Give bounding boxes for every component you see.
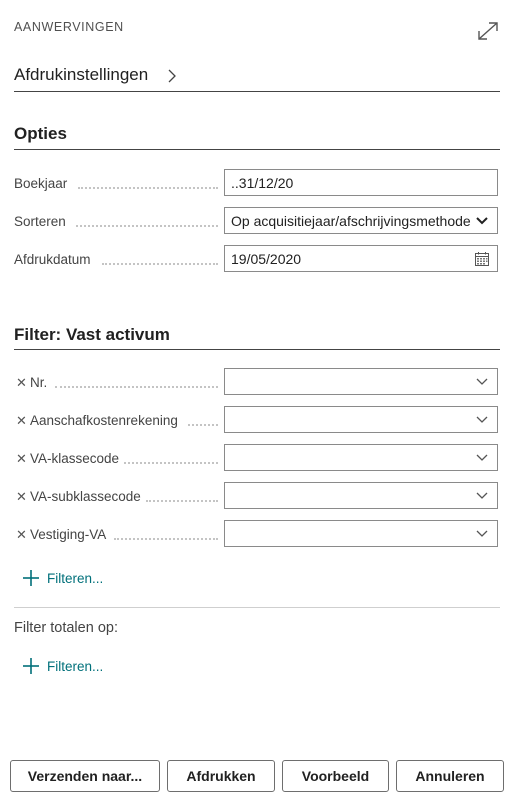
preview-button[interactable]: Voorbeeld [282,760,389,792]
options-divider [14,149,500,150]
totals-divider [14,607,500,608]
filter-divider [14,349,500,350]
chevron-right-icon[interactable] [166,67,178,85]
filter-label-nr: Nr. [30,375,48,390]
remove-filter-icon[interactable]: ✕ [16,489,27,505]
chevron-down-icon [473,487,491,505]
boekjaar-value: ..31/12/20 [231,174,294,191]
filter-label-va-klassecode: VA-klassecode [30,451,120,466]
remove-filter-icon[interactable]: ✕ [16,375,27,391]
field-label-sorteren: Sorteren [14,214,66,229]
sorteren-select[interactable]: Op acquisitiejaar/afschrijvingsmethode [224,207,498,234]
plus-icon [22,657,40,675]
send-to-button[interactable]: Verzenden naar... [10,760,160,792]
leader-dots [78,177,218,189]
leader-dots [102,253,218,265]
expand-icon[interactable] [474,18,502,44]
filter-label-va-subklassecode: VA-subklassecode [30,489,141,504]
sorteren-value: Op acquisitiejaar/afschrijvingsmethode [231,212,471,229]
chevron-down-icon [473,373,491,391]
remove-filter-icon[interactable]: ✕ [16,451,27,467]
remove-filter-icon[interactable]: ✕ [16,527,27,543]
afdrukdatum-value: 19/05/2020 [231,250,302,267]
print-button[interactable]: Afdrukken [167,760,275,792]
page-title[interactable]: Afdrukinstellingen [14,65,148,85]
leader-dots [114,528,218,540]
cancel-button[interactable]: Annuleren [396,760,504,792]
leader-dots [55,376,218,388]
options-heading: Opties [14,124,67,143]
plus-icon [22,569,40,587]
filter-label-vestiging-va: Vestiging-VA [30,527,107,542]
vestiging-va-filter-select[interactable] [224,520,498,547]
filter-heading: Filter: Vast activum [14,325,170,344]
leader-dots [124,452,218,464]
chevron-down-icon [473,212,491,230]
filter-label-aanschafkostenrekening: Aanschafkostenrekening [30,413,178,428]
title-divider [14,91,500,92]
add-totals-filter-link[interactable]: Filteren... [22,657,103,675]
nr-filter-select[interactable] [224,368,498,395]
field-label-boekjaar: Boekjaar [14,176,68,191]
totals-filter-label: Filter totalen op: [14,620,118,636]
chevron-down-icon [473,449,491,467]
add-totals-filter-label: Filteren... [47,658,104,674]
chevron-down-icon [473,525,491,543]
leader-dots [76,215,218,227]
remove-filter-icon[interactable]: ✕ [16,413,27,429]
leader-dots [188,414,218,426]
boekjaar-field[interactable]: ..31/12/20 [224,169,498,196]
chevron-down-icon [473,411,491,429]
va-klassecode-filter-select[interactable] [224,444,498,471]
add-filter-label: Filteren... [47,570,104,586]
field-label-afdrukdatum: Afdrukdatum [14,252,91,267]
afdrukdatum-field[interactable]: 19/05/2020 [224,245,498,272]
va-subklassecode-filter-select[interactable] [224,482,498,509]
leader-dots [146,490,218,502]
page-caption: AANWERVINGEN [14,20,124,34]
add-filter-link[interactable]: Filteren... [22,569,103,587]
aanschafkostenrekening-filter-select[interactable] [224,406,498,433]
calendar-icon[interactable] [473,250,491,268]
